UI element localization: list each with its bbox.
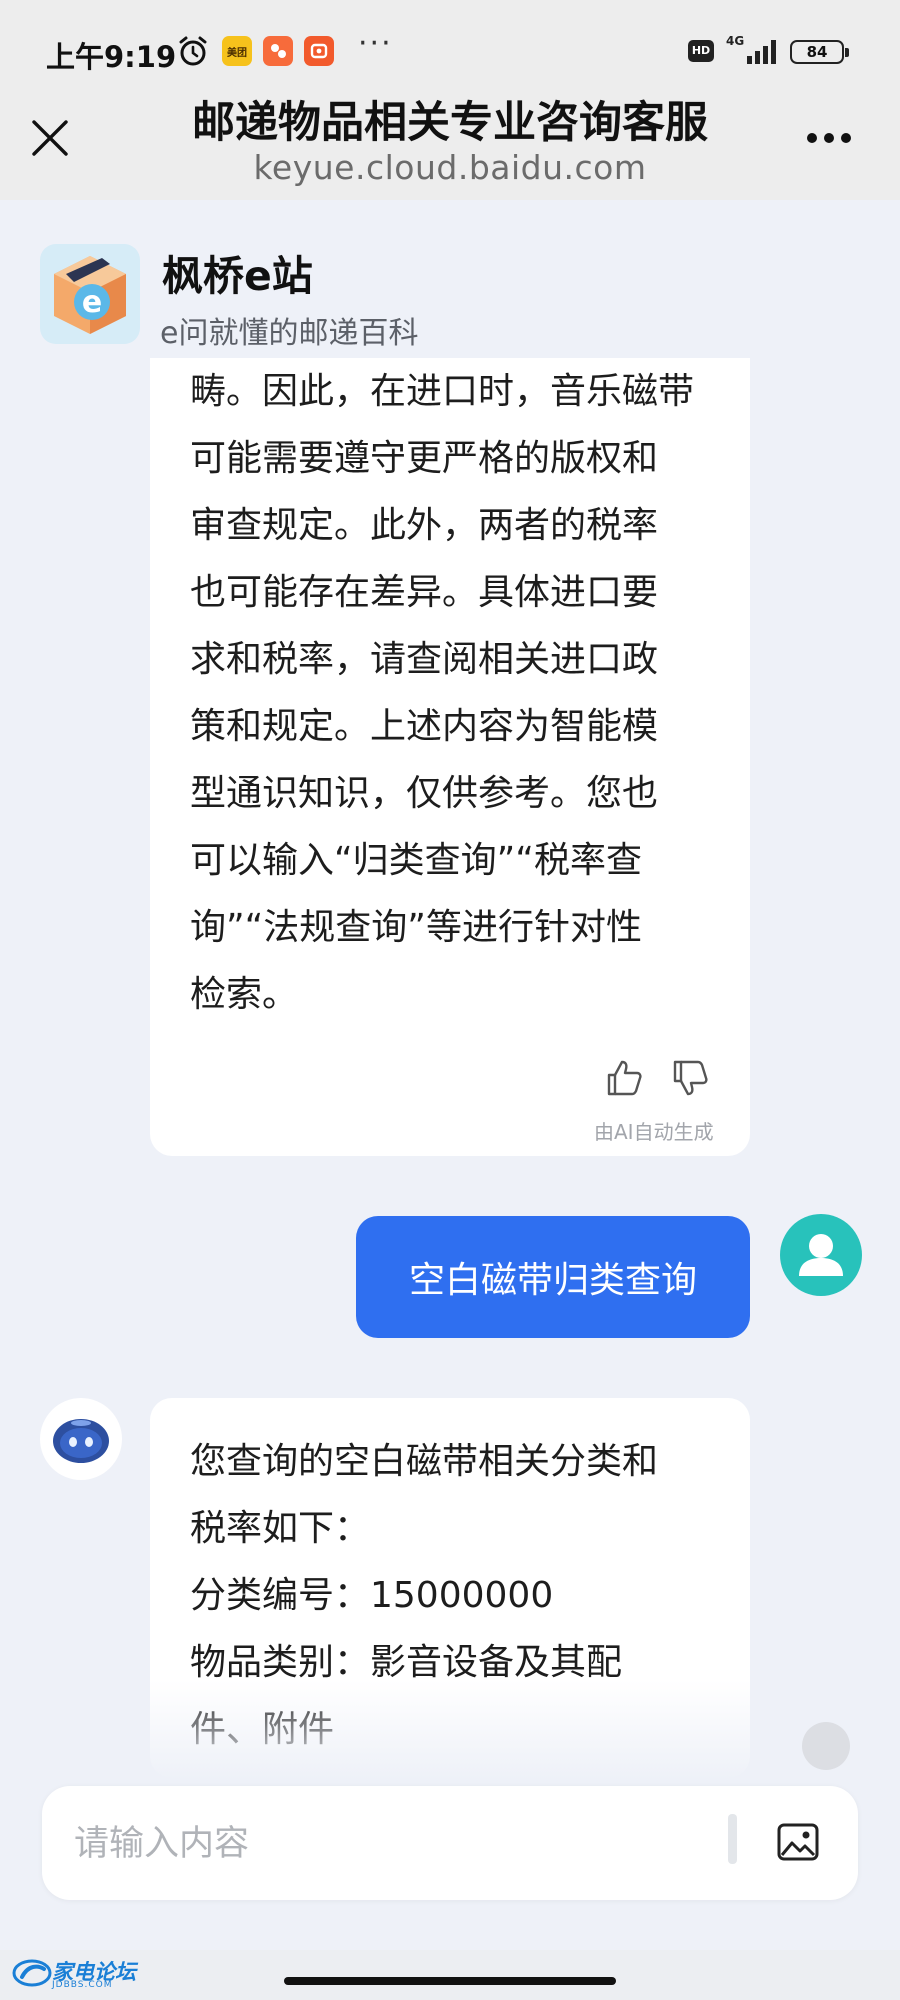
message-input[interactable] bbox=[72, 1810, 696, 1878]
app-icon-orange bbox=[263, 36, 293, 66]
robot-icon bbox=[53, 1419, 109, 1463]
brand-tagline: e问就懂的邮递百科 bbox=[160, 316, 419, 351]
battery-level: 84 bbox=[806, 43, 828, 61]
thumb-down-icon[interactable] bbox=[670, 1058, 710, 1098]
svg-text:e: e bbox=[82, 285, 102, 320]
user-message-text: 空白磁带归类查询 bbox=[408, 1260, 697, 1301]
page-url: keyue.cloud.baidu.com bbox=[253, 148, 647, 187]
home-indicator[interactable] bbox=[284, 1977, 616, 1985]
user-avatar bbox=[780, 1214, 862, 1296]
more-options-icon[interactable] bbox=[806, 132, 852, 144]
bot-avatar bbox=[40, 1398, 122, 1480]
network-type: 4G bbox=[726, 34, 745, 48]
meituan-app-icon: 美团 bbox=[222, 36, 252, 66]
status-more-indicator: ··· bbox=[358, 26, 393, 61]
page-title: 邮递物品相关专业咨询客服 bbox=[192, 98, 708, 148]
thumb-up-icon[interactable] bbox=[604, 1058, 644, 1098]
forum-logo-subtext: JDBBS.COM bbox=[52, 1980, 113, 1990]
user-icon bbox=[799, 1234, 843, 1276]
alarm-icon bbox=[179, 36, 207, 66]
image-upload-icon[interactable] bbox=[776, 1822, 820, 1862]
signal-icon bbox=[747, 40, 776, 64]
app-icon-red bbox=[304, 36, 334, 66]
ai-generated-note: 由AI自动生成 bbox=[594, 1120, 714, 1144]
status-time: 上午9:19 bbox=[46, 40, 177, 74]
battery-icon: 84 bbox=[790, 40, 849, 64]
scroll-fade bbox=[150, 1680, 750, 1780]
input-divider bbox=[728, 1814, 737, 1864]
hd-badge: HD bbox=[688, 40, 714, 62]
scroll-to-bottom-button[interactable] bbox=[802, 1722, 850, 1770]
bot-message-text: 畴。因此，在进口时，音乐磁带 可能需要遵守更严格的版权和 审查规定。此外，两者的… bbox=[190, 371, 695, 1015]
brand-name: 枫桥e站 bbox=[162, 252, 313, 300]
close-icon[interactable] bbox=[30, 118, 70, 158]
brand-logo: e bbox=[40, 244, 140, 344]
